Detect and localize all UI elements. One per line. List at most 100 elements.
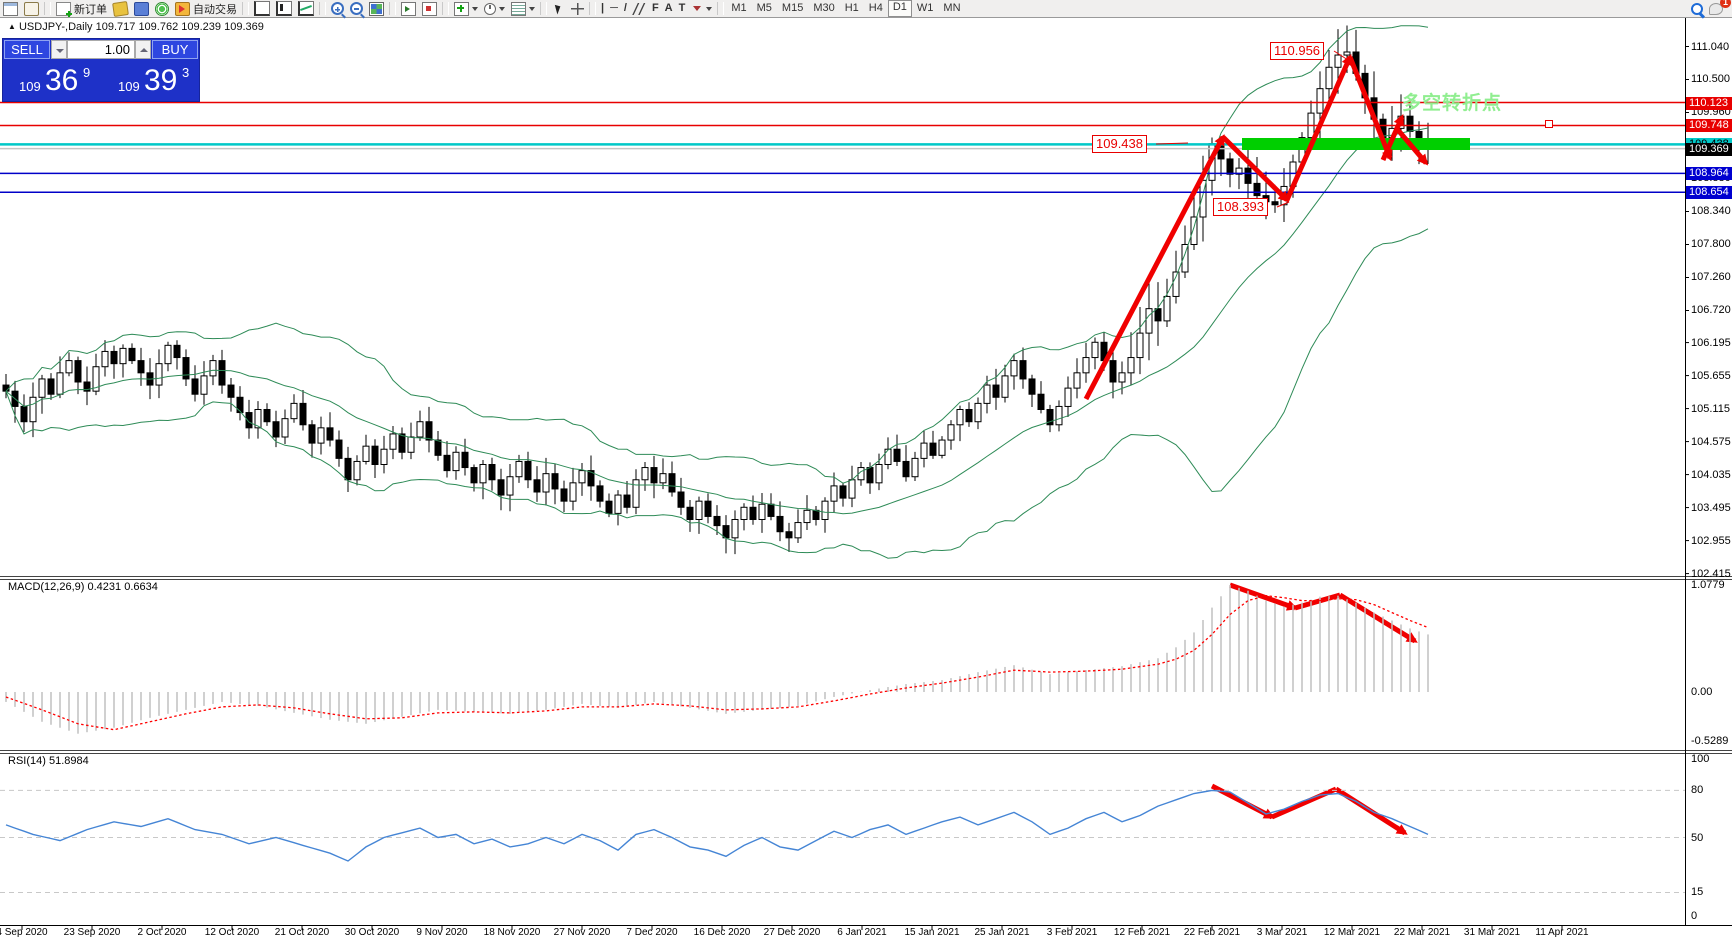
new-order-button[interactable]: 新订单 <box>53 1 110 17</box>
signals-icon[interactable] <box>152 1 172 16</box>
price-level-badge: 108.654 <box>1686 186 1732 200</box>
auto-scroll-icon <box>401 1 416 16</box>
sell-button[interactable]: SELL <box>4 40 50 59</box>
callout-pullback-price[interactable]: 108.393 <box>1213 198 1268 216</box>
market-watch-icon <box>24 1 39 16</box>
horizontal-line-icon[interactable]: ─ <box>607 1 621 16</box>
callout-high-price[interactable]: 110.956 <box>1270 42 1325 60</box>
date-tick-label: 21 Oct 2020 <box>274 927 330 938</box>
zoom-out-icon[interactable] <box>347 1 366 16</box>
periods-icon <box>484 2 496 15</box>
signals-icon <box>155 1 169 16</box>
price-tick-label: 102.415 <box>1691 567 1731 580</box>
chevron-down-icon <box>529 6 535 11</box>
rsi-label: RSI(14) 51.8984 <box>8 755 89 767</box>
candlestick-chart-icon[interactable] <box>273 1 295 16</box>
green-zone-rectangle[interactable] <box>1242 138 1470 150</box>
line-chart-icon[interactable] <box>295 1 317 16</box>
market-watch-icon[interactable] <box>21 1 42 16</box>
rsi-axis-label: 15 <box>1691 886 1704 899</box>
price-tick-label: 105.115 <box>1691 402 1730 415</box>
templates-icon <box>511 1 526 16</box>
news-icon[interactable] <box>131 1 152 16</box>
ohlc-low: 109.239 <box>181 21 222 33</box>
zoom-in-icon <box>331 2 344 15</box>
volume-increase-button[interactable] <box>135 40 152 59</box>
fibonacci-icon[interactable]: F <box>649 1 662 16</box>
volume-input[interactable] <box>67 40 135 59</box>
vertical-line-icon[interactable]: | <box>598 1 607 16</box>
volume-decrease-button[interactable] <box>50 40 67 59</box>
callout-pivot-price[interactable]: 109.438 <box>1092 135 1147 153</box>
vertical-line-icon: | <box>601 2 605 14</box>
text-label-icon[interactable]: T <box>676 1 689 16</box>
timeframe-h4[interactable]: H4 <box>864 1 888 16</box>
auto-scroll-icon[interactable] <box>398 1 419 16</box>
price-tick-label: 110.500 <box>1691 73 1730 86</box>
tile-windows-icon[interactable] <box>366 1 387 16</box>
cursor-icon[interactable] <box>549 1 568 16</box>
buy-button[interactable]: BUY <box>152 40 198 59</box>
chart-canvas[interactable] <box>0 0 1732 938</box>
symbol-marker: ▲ <box>8 22 16 31</box>
text-icon: A <box>664 2 673 14</box>
timeframe-m30[interactable]: M30 <box>808 1 839 16</box>
bar-chart-icon <box>254 1 270 16</box>
timeframe-mn[interactable]: MN <box>938 1 965 16</box>
fibonacci-icon: F <box>651 2 659 14</box>
candlestick-series[interactable] <box>2 25 1432 555</box>
symbol-info: ▲ USDJPY-,Daily 109.717 109.762 109.239 … <box>8 21 264 33</box>
timeframe-m5[interactable]: M5 <box>752 1 777 16</box>
timeframe-w1[interactable]: W1 <box>912 1 939 16</box>
price-tick-label: 107.260 <box>1691 271 1731 284</box>
toolbar-separator <box>242 2 249 15</box>
buy-price-handle: 109 <box>118 79 140 94</box>
date-tick-label: 4 Sep 2020 <box>0 927 48 938</box>
history-center-icon[interactable] <box>110 0 131 17</box>
macd-axis-label: 0.00 <box>1691 686 1713 698</box>
crosshair-icon[interactable] <box>568 1 587 16</box>
price-tick-label: 108.340 <box>1691 205 1731 218</box>
zoom-in-icon[interactable] <box>328 1 347 16</box>
date-tick-label: 15 Jan 2021 <box>904 927 960 938</box>
price-tick-label: 111.040 <box>1691 40 1730 53</box>
trend-arrows-rsi[interactable] <box>1210 783 1408 836</box>
sell-price-pips: 36 <box>45 64 79 97</box>
rsi-axis-label: 80 <box>1691 784 1704 797</box>
turning-point-annotation[interactable]: 多空转折点 <box>1402 88 1502 115</box>
symbol-name: USDJPY-,Daily <box>18 21 93 33</box>
autotrading-button[interactable]: 自动交易 <box>172 1 240 16</box>
date-tick-label: 9 Nov 2020 <box>416 927 468 938</box>
equidistant-channel-icon[interactable] <box>630 1 649 16</box>
templates-icon[interactable] <box>508 1 538 16</box>
arrows-icon[interactable] <box>688 1 715 16</box>
new-order-button <box>56 1 72 17</box>
mt4-window: 新订单 自动交易 | ─ / F A T M1 M5 M15 M30 H1 H4 D1 W1 MN 1 ▲ USD… <box>0 0 1732 938</box>
search-icon[interactable] <box>1688 1 1706 16</box>
periods-icon[interactable] <box>481 1 508 16</box>
date-tick-label: 27 Dec 2020 <box>763 927 821 938</box>
bar-chart-icon[interactable] <box>251 1 273 16</box>
chart-window-icon[interactable] <box>0 1 21 16</box>
autotrading-button-label: 自动交易 <box>193 3 237 16</box>
timeframe-h1[interactable]: H1 <box>840 1 864 16</box>
trendline-icon[interactable]: / <box>621 1 630 16</box>
timeframe-d1[interactable]: D1 <box>887 0 912 17</box>
crosshair-icon <box>571 2 584 15</box>
date-tick-label: 12 Oct 2020 <box>204 927 260 938</box>
toolbar-separator <box>540 2 547 15</box>
indicators-icon[interactable] <box>451 1 481 16</box>
date-tick-label: 22 Mar 2021 <box>1393 927 1451 938</box>
hline-handle[interactable] <box>1545 120 1553 128</box>
text-icon[interactable]: A <box>662 1 676 16</box>
chart-shift-icon[interactable] <box>419 1 440 16</box>
new-order-button-label: 新订单 <box>74 3 107 16</box>
timeframe-m15[interactable]: M15 <box>777 1 808 16</box>
toolbar-separator <box>319 2 326 15</box>
timeframe-m1[interactable]: M1 <box>726 1 751 16</box>
notification-icon[interactable]: 1 <box>1706 0 1731 16</box>
macd-histogram <box>5 584 1429 734</box>
one-click-trading-panel: SELL BUY 109 36 9 109 39 3 <box>2 38 200 102</box>
chevron-down-icon <box>499 6 505 11</box>
toolbar-separator <box>389 2 396 15</box>
